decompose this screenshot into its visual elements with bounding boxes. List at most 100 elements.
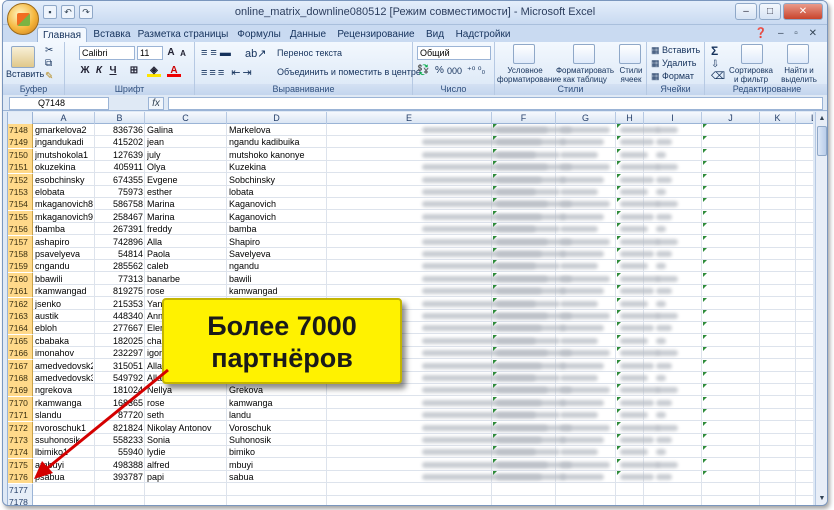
- cell-d[interactable]: [229, 496, 325, 505]
- cell-c[interactable]: Alla: [147, 236, 225, 248]
- row-header[interactable]: 7151: [8, 161, 33, 174]
- number-format-select[interactable]: Общий: [417, 46, 491, 60]
- row-header[interactable]: 7168: [8, 372, 33, 384]
- cell-a[interactable]: cbabaka: [35, 335, 93, 347]
- table-row[interactable]: 7170 rkamwanga 168365 rose kamwanga: [8, 396, 813, 409]
- row-header[interactable]: 7177: [8, 483, 33, 496]
- cell-b[interactable]: 558233: [97, 434, 143, 446]
- cell-b[interactable]: [97, 496, 143, 505]
- table-row[interactable]: 7157 ashapiro 742896 Alla Shapiro: [8, 235, 813, 248]
- font-size-select[interactable]: 11: [137, 46, 163, 60]
- table-row[interactable]: 7169 ngrekova 181024 Nellya Grekova: [8, 384, 813, 397]
- row-header[interactable]: 7175: [8, 458, 33, 471]
- cell-a[interactable]: imonahov: [35, 347, 93, 359]
- insert-function-button[interactable]: fx: [148, 97, 164, 110]
- cell-d[interactable]: mutshoko kanonye: [229, 149, 325, 161]
- cell-b[interactable]: 267391: [97, 223, 143, 235]
- cell-b[interactable]: 448340: [97, 310, 143, 322]
- cell-a[interactable]: mkaganovich8: [35, 198, 93, 210]
- cell-a[interactable]: amedvedovsk2: [35, 360, 93, 372]
- cell-a[interactable]: ambuyi: [35, 459, 93, 471]
- table-row[interactable]: 7159 cngandu 285562 caleb ngandu: [8, 260, 813, 273]
- cell-d[interactable]: ngandu kadibuika: [229, 136, 325, 148]
- cell-b[interactable]: 215353: [97, 298, 143, 310]
- cell-c[interactable]: esther: [147, 186, 225, 198]
- tab-addins[interactable]: Надстройки: [453, 27, 513, 43]
- horizontal-align-icons[interactable]: ≡≡≡ ⇤⇥: [201, 66, 254, 79]
- cell-d[interactable]: sabua: [229, 471, 325, 483]
- paste-button[interactable]: Вставить: [6, 69, 44, 79]
- table-row[interactable]: 7163 austik 448340 Anna: [8, 310, 813, 322]
- cell-b[interactable]: 181024: [97, 384, 143, 396]
- cell-b[interactable]: 415202: [97, 136, 143, 148]
- cell-c[interactable]: Evgene: [147, 174, 225, 186]
- cell-a[interactable]: [35, 484, 93, 496]
- column-header-g[interactable]: G: [556, 112, 616, 124]
- table-row[interactable]: 7153 elobata 75973 esther lobata: [8, 186, 813, 198]
- help-icon[interactable]: ❓ – ▫ ✕: [755, 28, 821, 39]
- tab-page-layout[interactable]: Разметка страницы: [135, 27, 231, 43]
- cell-b[interactable]: 405911: [97, 161, 143, 173]
- column-header-b[interactable]: B: [95, 112, 145, 124]
- table-row[interactable]: 7150 jmutshokola1 127639 july mutshoko kanon…: [8, 148, 813, 161]
- row-header[interactable]: 7163: [8, 310, 33, 322]
- row-header[interactable]: 7169: [8, 384, 33, 397]
- row-header[interactable]: 7176: [8, 471, 33, 484]
- table-row[interactable]: 7154 mkaganovich8 586758 Marina Kaganovich: [8, 198, 813, 211]
- cell-c[interactable]: Galina: [147, 124, 225, 136]
- select-all-corner[interactable]: [8, 112, 33, 124]
- cell-c[interactable]: Sonia: [147, 434, 225, 446]
- tab-formulas[interactable]: Формулы: [235, 27, 283, 43]
- currency-icon[interactable]: 💱: [417, 65, 429, 76]
- column-header-d[interactable]: D: [227, 112, 327, 124]
- cell-d[interactable]: [229, 484, 325, 496]
- column-header-k[interactable]: K: [760, 112, 796, 124]
- cell-b[interactable]: 549792: [97, 372, 143, 384]
- cell-c[interactable]: Nellya: [147, 384, 225, 396]
- cell-b[interactable]: 819275: [97, 285, 143, 297]
- percent-button[interactable]: %: [435, 65, 444, 76]
- cell-b[interactable]: 55940: [97, 446, 143, 458]
- cell-b[interactable]: 836736: [97, 124, 143, 136]
- copy-icon[interactable]: ⧉: [45, 58, 52, 69]
- wrap-text-button[interactable]: Перенос текста: [277, 48, 342, 58]
- row-header[interactable]: 7171: [8, 409, 33, 422]
- row-header[interactable]: 7178: [8, 496, 33, 505]
- cell-a[interactable]: amedvedovsk3: [35, 372, 93, 384]
- cell-d[interactable]: Shapiro: [229, 236, 325, 248]
- cell-b[interactable]: 277667: [97, 322, 143, 334]
- cell-a[interactable]: lbimiko1: [35, 446, 93, 458]
- vertical-align-icons[interactable]: ≡≡▬: [201, 47, 234, 59]
- cell-b[interactable]: 87720: [97, 409, 143, 421]
- column-header-c[interactable]: C: [145, 112, 227, 124]
- cell-d[interactable]: kamwangad: [229, 285, 325, 297]
- cell-c[interactable]: [147, 484, 225, 496]
- format-table-icon[interactable]: [573, 44, 595, 64]
- tab-insert[interactable]: Вставка: [91, 27, 133, 43]
- office-button[interactable]: [7, 3, 39, 35]
- cell-d[interactable]: lobata: [229, 186, 325, 198]
- format-cells-button[interactable]: ▦ Формат: [651, 71, 694, 82]
- maximize-button[interactable]: □: [759, 3, 781, 20]
- cell-a[interactable]: fbamba: [35, 223, 93, 235]
- scroll-down-icon[interactable]: ▼: [817, 493, 827, 504]
- cell-b[interactable]: 393787: [97, 471, 143, 483]
- font-name-select[interactable]: Calibri: [79, 46, 135, 60]
- orientation-icon[interactable]: ab↗: [245, 47, 266, 60]
- cell-d[interactable]: Markelova: [229, 124, 325, 136]
- cell-b[interactable]: 742896: [97, 236, 143, 248]
- conditional-format-icon[interactable]: [513, 44, 535, 64]
- table-row[interactable]: 7167 amedvedovsk2 315051 Alla: [8, 359, 813, 372]
- cell-b[interactable]: 182025: [97, 335, 143, 347]
- cell-b[interactable]: 674355: [97, 174, 143, 186]
- cell-c[interactable]: banarbe: [147, 273, 225, 285]
- autosum-button[interactable]: Σ: [711, 44, 718, 58]
- cell-d[interactable]: bimiko: [229, 446, 325, 458]
- row-header[interactable]: 7152: [8, 173, 33, 186]
- cell-a[interactable]: austik: [35, 310, 93, 322]
- cell-c[interactable]: rose: [147, 397, 225, 409]
- table-row[interactable]: 7175 ambuyi 498388 alfred mbuyi: [8, 458, 813, 471]
- cell-d[interactable]: Suhonosik: [229, 434, 325, 446]
- paste-icon[interactable]: [11, 46, 35, 68]
- bold-button[interactable]: Ж: [79, 64, 91, 77]
